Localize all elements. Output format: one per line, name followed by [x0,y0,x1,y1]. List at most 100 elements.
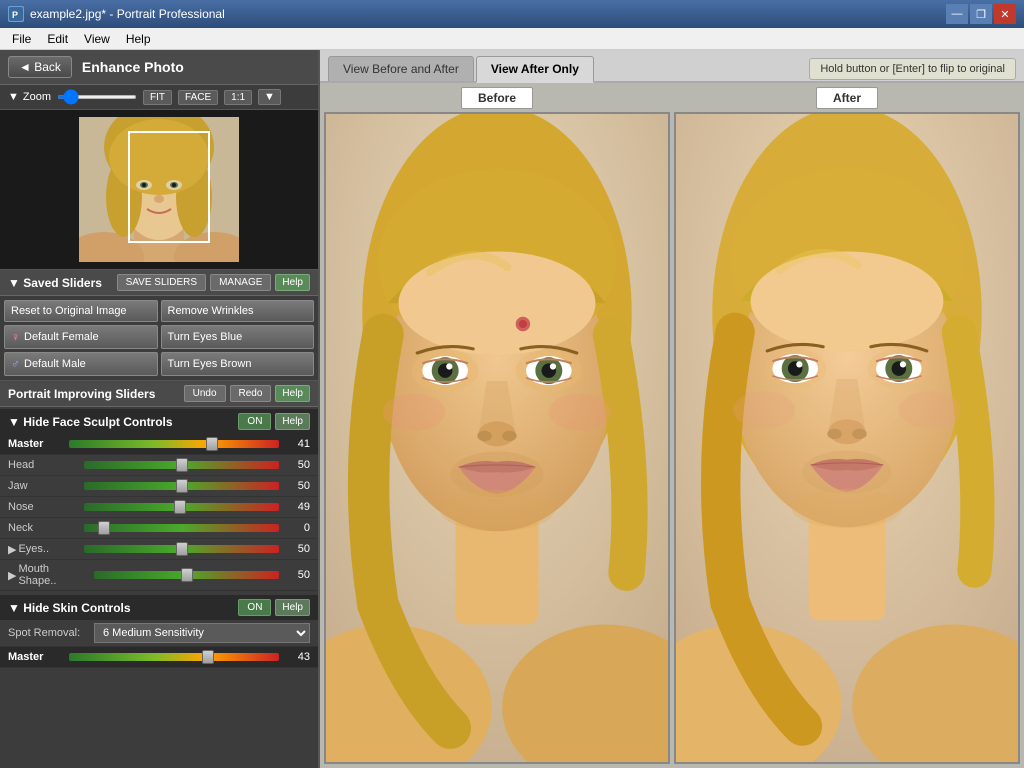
sliders-scroll: ▼ Hide Face Sculpt Controls ON Help Mast… [0,407,318,768]
face-sculpt-controls: ON Help [238,413,310,430]
eyes-track [84,545,279,553]
close-button[interactable]: ✕ [994,4,1016,24]
app-icon: P [8,6,24,22]
male-icon: ♂ [11,357,20,371]
skin-master-track [69,653,279,661]
skin-controls-header: ▼ Hide Skin Controls ON Help [0,595,318,620]
saved-sliders-controls: SAVE SLIDERS MANAGE Help [117,274,310,291]
master-thumb[interactable] [206,437,218,451]
portrait-controls: Undo Redo Help [184,385,310,402]
slider-track-master[interactable] [69,437,279,451]
eyes-expand-icon[interactable]: ▶ [8,543,16,556]
turn-eyes-blue-button[interactable]: Turn Eyes Blue [161,325,315,349]
slider-value-mouth: 50 [285,569,310,581]
manage-button[interactable]: MANAGE [210,274,271,291]
portrait-title: Portrait Improving Sliders [8,387,155,401]
after-label-bar: After [674,87,1020,109]
slider-row-eyes: ▶ Eyes.. 50 [0,539,318,560]
neck-track [84,524,279,532]
face-sculpt-help-button[interactable]: Help [275,413,310,430]
tab-after-only[interactable]: View After Only [476,56,594,83]
slider-value-skin-master: 43 [285,651,310,663]
saved-sliders-header: ▼ Saved Sliders SAVE SLIDERS MANAGE Help [0,270,318,296]
restore-button[interactable]: ❐ [970,4,992,24]
remove-wrinkles-button[interactable]: Remove Wrinkles [161,300,315,322]
minimize-button[interactable]: — [946,4,968,24]
slider-value-nose: 49 [285,501,310,513]
menu-file[interactable]: File [4,30,39,48]
reset-label: Reset to Original Image [11,305,127,317]
thumbnail-area [0,110,318,270]
before-label[interactable]: Before [461,87,533,109]
default-female-button[interactable]: ♀ Default Female [4,325,158,349]
head-thumb[interactable] [176,458,188,472]
before-pane: Before [324,87,670,764]
face-sculpt-on-button[interactable]: ON [238,413,271,430]
spot-removal-select[interactable]: 1 Low Sensitivity 3 Low-Medium Sensitivi… [94,623,310,643]
zoom-face-button[interactable]: FACE [178,90,218,105]
slider-label-neck: Neck [8,522,78,534]
reset-original-button[interactable]: Reset to Original Image [4,300,158,322]
slider-track-neck[interactable] [84,521,279,535]
slider-label-jaw: Jaw [8,480,78,492]
remove-wrinkles-label: Remove Wrinkles [168,305,254,317]
portrait-help-button[interactable]: Help [275,385,310,402]
jaw-thumb[interactable] [176,479,188,493]
slider-row-jaw: Jaw 50 [0,476,318,497]
menu-help[interactable]: Help [118,30,159,48]
zoom-fit-button[interactable]: FIT [143,90,172,105]
mouth-track [94,571,279,579]
window-controls: — ❐ ✕ [946,4,1016,24]
before-label-bar: Before [324,87,670,109]
saved-sliders-help-button[interactable]: Help [275,274,310,291]
titlebar: P example2.jpg* - Portrait Professional … [0,0,1024,28]
face-sculpt-title: ▼ Hide Face Sculpt Controls [8,415,173,429]
slider-label-eyes: ▶ Eyes.. [8,543,78,556]
save-sliders-button[interactable]: SAVE SLIDERS [117,274,207,291]
default-male-button[interactable]: ♂ Default Male [4,352,158,376]
spot-removal-row: Spot Removal: 1 Low Sensitivity 3 Low-Me… [0,620,318,647]
skin-controls-help-button[interactable]: Help [275,599,310,616]
slider-track-skin-master[interactable] [69,650,279,664]
menu-edit[interactable]: Edit [39,30,76,48]
zoom-1to1-button[interactable]: 1:1 [224,90,252,105]
turn-eyes-brown-button[interactable]: Turn Eyes Brown [161,352,315,376]
eyes-thumb[interactable] [176,542,188,556]
after-label[interactable]: After [816,87,878,109]
window-title: example2.jpg* - Portrait Professional [30,7,225,21]
slider-track-nose[interactable] [84,500,279,514]
panel-title: Enhance Photo [82,59,184,75]
turn-eyes-blue-label: Turn Eyes Blue [168,331,243,343]
slider-track-jaw[interactable] [84,479,279,493]
skin-master-thumb[interactable] [202,650,214,664]
svg-text:P: P [12,10,18,20]
slider-track-head[interactable] [84,458,279,472]
spot-removal-label: Spot Removal: [8,627,88,639]
back-button[interactable]: ◄ Back [8,56,72,78]
slider-track-eyes[interactable] [84,542,279,556]
face-sculpt-header: ▼ Hide Face Sculpt Controls ON Help [0,409,318,434]
slider-label-master: Master [8,438,63,450]
image-area: Before [320,83,1024,768]
mouth-thumb[interactable] [181,568,193,582]
neck-thumb[interactable] [98,521,110,535]
thumbnail-container[interactable] [79,117,239,262]
slider-row-neck: Neck 0 [0,518,318,539]
undo-button[interactable]: Undo [184,385,226,402]
flip-hint: Hold button or [Enter] to flip to origin… [809,58,1016,80]
view-tabs-left: View Before and After View After Only [328,56,594,81]
tab-before-and-after[interactable]: View Before and After [328,56,474,81]
redo-button[interactable]: Redo [230,385,272,402]
turn-eyes-brown-label: Turn Eyes Brown [168,358,252,370]
menu-view[interactable]: View [76,30,118,48]
skin-controls-on-button[interactable]: ON [238,599,271,616]
slider-track-mouth[interactable] [94,568,279,582]
triangle-icon: ▼ [8,91,19,103]
zoom-slider[interactable] [57,95,137,99]
before-image-display [324,112,670,764]
zoom-arrow-button[interactable]: ▼ [258,89,281,105]
slider-value-eyes: 50 [285,543,310,555]
nose-thumb[interactable] [174,500,186,514]
after-pane: After [674,87,1020,764]
mouth-expand-icon[interactable]: ▶ [8,569,16,582]
